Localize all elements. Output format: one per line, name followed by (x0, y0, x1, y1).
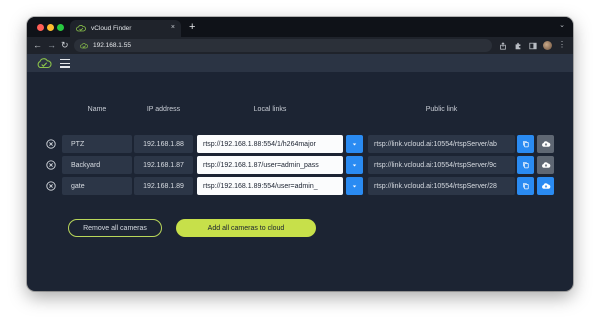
back-arrow-icon[interactable]: ← (33, 39, 42, 51)
public-link-field[interactable]: rtsp://link.vcloud.ai:10554/rtspServer/9… (368, 156, 515, 174)
app-header (27, 54, 573, 72)
add-to-cloud-button[interactable] (537, 156, 554, 174)
vcloud-logo-icon[interactable] (36, 58, 52, 69)
local-link-dropdown-button[interactable] (346, 156, 363, 174)
url-text[interactable]: 192.168.1.55 (93, 42, 131, 49)
tab-list-chevron-icon[interactable]: ⌄ (559, 21, 565, 29)
camera-row: PTZ 192.168.1.88 rtsp://192.168.1.88:554… (27, 135, 573, 153)
browser-toolbar: ← → ↻ 192.168.1.55 ⋮ (27, 37, 573, 54)
maximize-window-button[interactable] (57, 24, 64, 31)
camera-name: Backyard (62, 156, 132, 174)
side-panel-icon[interactable] (528, 41, 537, 50)
tab-title: vCloud Finder (91, 25, 132, 32)
camera-ip: 192.168.1.88 (134, 135, 193, 153)
camera-ip: 192.168.1.89 (134, 177, 193, 195)
close-window-button[interactable] (37, 24, 44, 31)
add-all-cameras-to-cloud-button[interactable]: Add all cameras to cloud (176, 219, 316, 237)
local-link-field[interactable]: rtsp://192.168.1.88:554/1/h264major (197, 135, 343, 153)
copy-link-button[interactable] (517, 135, 534, 153)
column-header-public-link: Public link (425, 106, 458, 113)
local-link-field[interactable]: rtsp://192.168.1.89:554/user=admin_ (197, 177, 343, 195)
copy-icon (522, 162, 529, 169)
remove-camera-icon[interactable] (46, 139, 56, 149)
remove-camera-icon[interactable] (46, 181, 56, 191)
remove-all-cameras-button[interactable]: Remove all cameras (68, 219, 162, 237)
cloud-upload-icon (541, 183, 550, 189)
public-link-field[interactable]: rtsp://link.vcloud.ai:10554/rtspServer/a… (368, 135, 515, 153)
copy-link-button[interactable] (517, 156, 534, 174)
column-header-name: Name (87, 106, 107, 113)
camera-list-panel: Name IP address Local links Public link … (27, 72, 573, 291)
share-icon[interactable] (498, 41, 507, 50)
copy-icon (522, 141, 529, 148)
cloud-upload-icon (541, 162, 550, 168)
caret-down-icon (352, 142, 357, 146)
tab-close-icon[interactable]: × (171, 24, 175, 32)
caret-down-icon (352, 184, 357, 188)
add-to-cloud-button[interactable] (537, 135, 554, 153)
browser-menu-icon[interactable]: ⋮ (558, 40, 566, 50)
extensions-icon[interactable] (513, 41, 522, 50)
camera-ip: 192.168.1.87 (134, 156, 193, 174)
local-link-dropdown-button[interactable] (346, 135, 363, 153)
tab-strip: vCloud Finder × + ⌄ (27, 17, 573, 37)
local-link-dropdown-button[interactable] (346, 177, 363, 195)
public-link-field[interactable]: rtsp://link.vcloud.ai:10554/rtspServer/2… (368, 177, 515, 195)
add-to-cloud-button[interactable] (537, 177, 554, 195)
vcloud-favicon-icon (76, 25, 86, 32)
local-link-field[interactable]: rtsp://192.168.1.87/user=admin_pass (197, 156, 343, 174)
browser-window: vCloud Finder × + ⌄ ← → ↻ 192.168.1.55 ⋮ (27, 17, 573, 291)
profile-avatar[interactable] (543, 41, 552, 50)
column-header-ip: IP address (146, 106, 181, 113)
browser-tab[interactable]: vCloud Finder × (70, 20, 181, 37)
camera-row: gate 192.168.1.89 rtsp://192.168.1.89:55… (27, 177, 573, 195)
site-info-icon[interactable] (80, 42, 88, 49)
hamburger-menu-icon[interactable] (60, 59, 70, 68)
new-tab-button[interactable]: + (189, 20, 195, 34)
address-bar[interactable]: 192.168.1.55 (74, 39, 492, 52)
camera-name: PTZ (62, 135, 132, 153)
caret-down-icon (352, 163, 357, 167)
copy-icon (522, 183, 529, 190)
camera-row: Backyard 192.168.1.87 rtsp://192.168.1.8… (27, 156, 573, 174)
remove-camera-icon[interactable] (46, 160, 56, 170)
camera-name: gate (62, 177, 132, 195)
reload-icon[interactable]: ↻ (61, 39, 69, 51)
forward-arrow-icon[interactable]: → (47, 39, 56, 51)
column-header-local-links: Local links (253, 106, 287, 113)
cloud-upload-icon (541, 141, 550, 147)
copy-link-button[interactable] (517, 177, 534, 195)
minimize-window-button[interactable] (47, 24, 54, 31)
